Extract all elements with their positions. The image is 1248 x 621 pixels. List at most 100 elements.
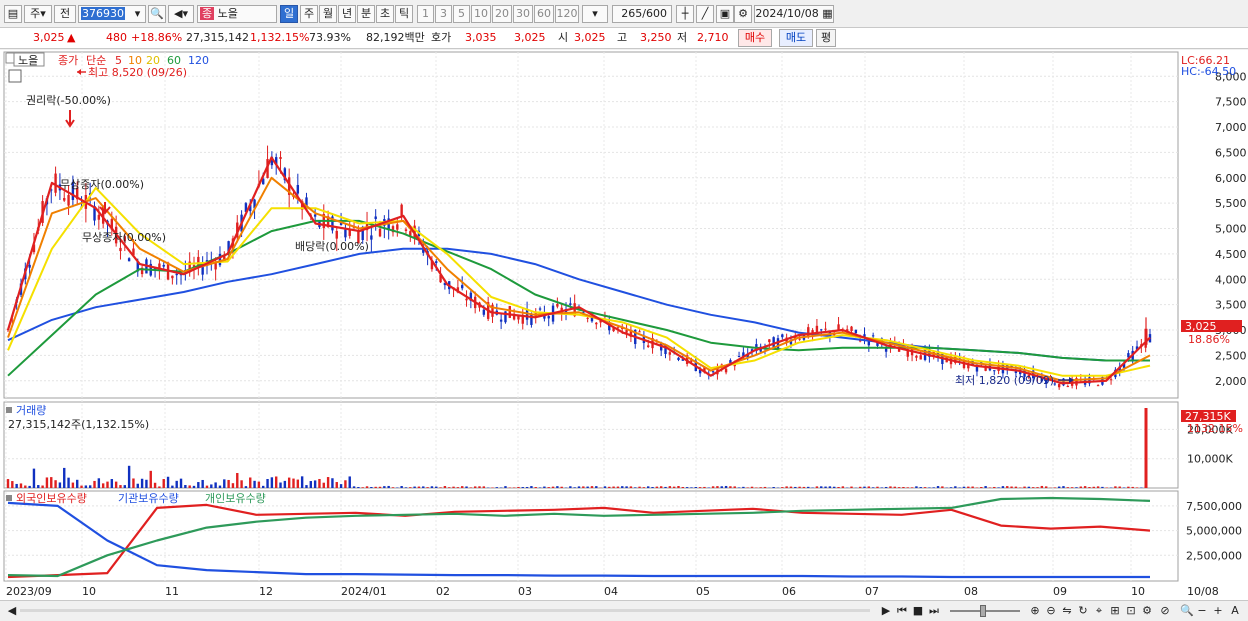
zoom-slider-handle[interactable] [980,605,986,617]
candle-body [499,319,503,322]
legend-foreign: 외국인보유수량 [16,492,87,505]
zoom-out-icon[interactable]: ⊖ [1044,604,1058,618]
volume-bar [339,484,343,488]
period-minute-button[interactable]: 분 [357,5,375,23]
cursor-icon[interactable]: ⊡ [1124,604,1138,618]
candle-body [798,338,801,340]
link-icon[interactable]: ⊘ [1158,604,1172,618]
volume-bar [928,487,931,488]
x-tick-label: 08 [964,585,978,598]
interval-120-button[interactable]: 120 [555,5,579,23]
volume-tick-label: 10,000K [1187,453,1233,466]
volume-bar [469,487,473,488]
volume-bar [993,486,996,488]
play-icon[interactable]: ▶ [880,604,892,618]
window-menu-icon[interactable]: ▤ [4,5,22,23]
compare-icon[interactable]: ⇋ [1060,604,1074,618]
holders-panel-icon[interactable] [6,495,12,501]
save-icon[interactable]: ▣ [716,5,734,23]
volume-bar [538,487,542,488]
volume-bar [1044,486,1048,488]
gear-icon[interactable]: ⚙ [734,5,752,23]
volume-bar [210,484,213,488]
period-month-button[interactable]: 월 [319,5,337,23]
fit-icon[interactable]: ⊞ [1108,604,1122,618]
calculator-icon[interactable] [8,69,22,83]
candle-body [465,298,468,301]
volume-bar [214,482,217,488]
date-field[interactable]: 2024/10/08 ▦ [754,5,834,23]
period-second-button[interactable]: 초 [376,5,394,23]
candle-body [850,326,853,332]
volume-bar [71,482,75,488]
period-week-button[interactable]: 주 [300,5,318,23]
forward-icon[interactable]: ⏭ [928,604,940,618]
candle-body [854,329,858,334]
volume-bar [24,485,27,488]
minus-icon[interactable]: − [1196,604,1208,618]
volume-bar [426,487,429,488]
rewind-icon[interactable]: ⏮ [896,604,908,618]
interval-3-button[interactable]: 3 [435,5,452,23]
volume-bar [357,487,360,488]
volume-bar [175,480,178,488]
volume-bar [1066,487,1070,488]
period-day-button[interactable]: 일 [280,5,298,23]
volume-bar [833,486,836,488]
price-tick-label: 7,500 [1215,96,1247,109]
sound-icon[interactable]: ◀▾ [168,5,194,23]
stop-icon[interactable]: ■ [912,604,924,618]
buy-button[interactable]: 매수 [738,29,772,47]
scroll-left-icon[interactable]: ◀ [6,604,18,618]
font-size-icon[interactable]: A [1228,604,1242,618]
crosshair-icon[interactable]: ⌖ [1092,604,1106,618]
prefix-select[interactable]: 전 [54,5,76,23]
hc-label: HC:-64.50 [1181,65,1236,78]
volume-panel-icon[interactable] [6,407,12,413]
volume-bar [1019,487,1022,488]
interval-20-button[interactable]: 20 [492,5,512,23]
volume-bar [205,485,209,488]
search-icon[interactable]: 🔍 [148,5,166,23]
eval-button[interactable]: 평 [816,29,836,47]
volume-bar [1062,486,1065,488]
volume-bar [984,486,987,488]
interval-1-button[interactable]: 1 [417,5,434,23]
count-field[interactable]: 265/600 [612,5,672,23]
chart-period-select[interactable]: 주▾ [24,5,52,23]
volume-bar [114,481,118,488]
plus-icon[interactable]: + [1212,604,1224,618]
interval-5-button[interactable]: 5 [453,5,470,23]
x-tick-label: 05 [696,585,710,598]
settings-icon[interactable]: ⚙ [1140,604,1154,618]
stock-tag: 종 [200,7,215,20]
draw-tool-icon[interactable]: ╱ [696,5,714,23]
zoom-in-icon[interactable]: ⊕ [1028,604,1042,618]
period-tick-button[interactable]: 틱 [395,5,413,23]
volume-bar [556,486,559,488]
candle-type-icon[interactable]: ┼ [676,5,694,23]
stock-chart[interactable]: 8,0007,5007,0006,5006,0005,5005,0004,500… [0,50,1248,603]
volume-bar [6,479,10,488]
magnifier-icon[interactable]: 🔍 [1180,604,1194,618]
volume-bar [863,486,866,488]
period-year-button[interactable]: 년 [338,5,356,23]
volume-bar [720,486,723,488]
refresh-icon[interactable]: ↻ [1076,604,1090,618]
interval-10-button[interactable]: 10 [471,5,491,23]
volume-bar [400,486,403,488]
interval-custom-dropdown[interactable]: ▾ [582,5,608,23]
interval-30-button[interactable]: 30 [513,5,533,23]
volume-bar [880,487,884,488]
code-dropdown-icon[interactable]: ▾ [130,5,146,23]
x-axis-labels: 2023/09 10 11 12 2024/01 02 03 04 05 06 07 08 09 10 10… [6,585,1219,598]
volume-bar [707,487,710,488]
sell-button[interactable]: 매도 [779,29,813,47]
stock-name-field[interactable]: 종 노을 [197,5,277,23]
scrollbar-track[interactable] [20,609,870,612]
candle-body [1109,379,1113,381]
volume-bar [391,487,395,488]
count-max: /600 [642,7,667,20]
volume-bar [988,487,992,488]
interval-60-button[interactable]: 60 [534,5,554,23]
